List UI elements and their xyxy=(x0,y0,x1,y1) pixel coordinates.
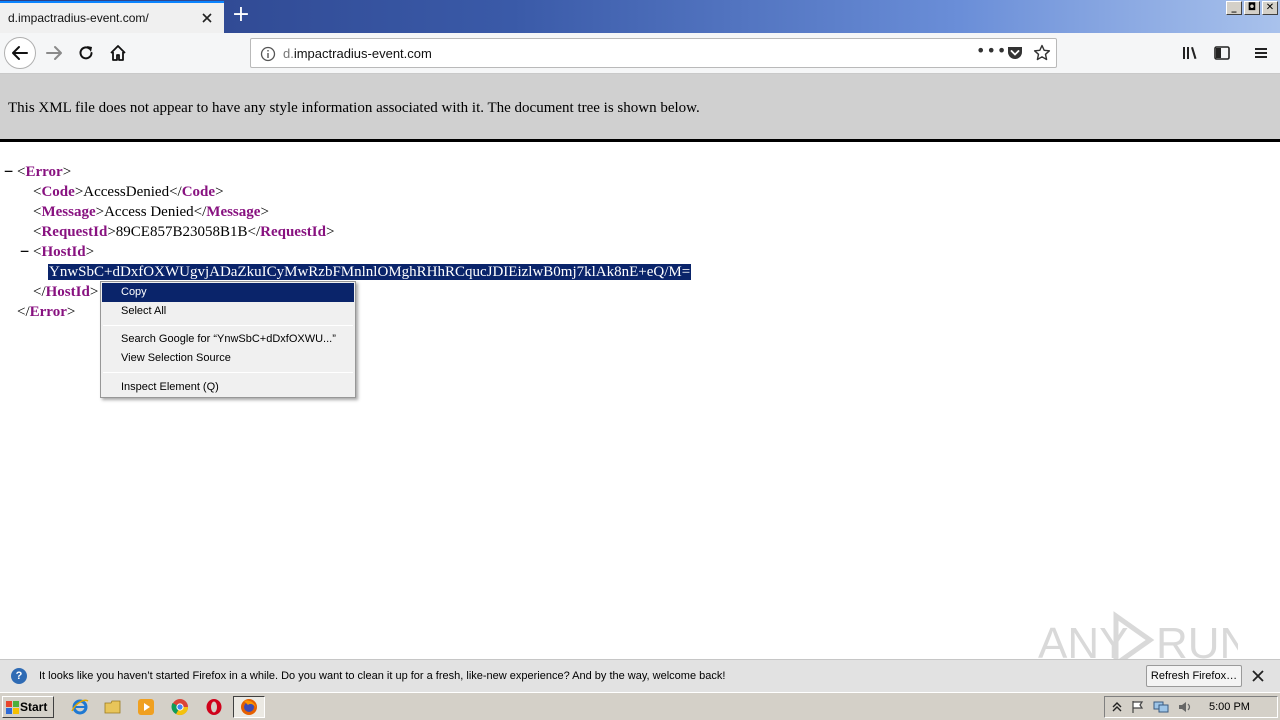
home-button[interactable] xyxy=(102,37,134,69)
notification-message: It looks like you haven’t started Firefo… xyxy=(39,670,726,682)
tag-name: Error xyxy=(25,164,63,180)
collapse-toggle-hostid[interactable]: − xyxy=(20,242,29,260)
xml-info-header: This XML file does not appear to have an… xyxy=(0,74,1280,142)
close-tab-icon[interactable] xyxy=(199,10,215,26)
collapse-toggle-error[interactable]: − xyxy=(4,162,13,180)
close-window-button[interactable]: ✕ xyxy=(1262,1,1278,15)
url-bar[interactable]: d.impactradius-event.com ••• xyxy=(250,38,1057,68)
back-arrow-icon xyxy=(12,46,28,60)
volume-icon[interactable] xyxy=(1177,700,1193,714)
xml-info-message: This XML file does not appear to have an… xyxy=(8,100,700,116)
restore-button[interactable]: ◘ xyxy=(1244,1,1260,15)
menu-item-copy[interactable]: Copy xyxy=(102,283,354,302)
taskbar: Start 5:00 PM xyxy=(0,692,1280,720)
file-explorer-icon[interactable] xyxy=(104,698,122,716)
menu-icon[interactable] xyxy=(1252,44,1270,62)
browser-tab[interactable]: d.impactradius-event.com/ xyxy=(0,1,224,33)
internet-explorer-icon[interactable] xyxy=(71,698,89,716)
menu-item-inspect-element[interactable]: Inspect Element (Q) xyxy=(102,378,354,397)
chrome-icon[interactable] xyxy=(171,698,189,716)
bookmark-star-icon[interactable] xyxy=(1033,44,1051,62)
system-tray xyxy=(1104,696,1278,718)
help-icon: ? xyxy=(11,668,27,684)
menu-separator xyxy=(103,372,353,373)
clock: 5:00 PM xyxy=(1209,701,1250,713)
menu-item-select-all[interactable]: Select All xyxy=(102,302,354,321)
xml-requestid-node: <RequestId>89CE857B23058B1B</RequestId> xyxy=(33,224,335,240)
screen: d.impactradius-event.com/ + _ ◘ ✕ d.impa… xyxy=(0,0,1280,720)
notification-bar: ? It looks like you haven’t started Fire… xyxy=(0,659,1280,692)
start-label: Start xyxy=(20,700,48,714)
xml-tree: − <Error> <Code>AccessDenied</Code> <Mes… xyxy=(0,145,1280,658)
reload-button[interactable] xyxy=(70,37,102,69)
start-button[interactable]: Start xyxy=(2,696,54,718)
xml-open-error: <Error> xyxy=(17,164,72,180)
menu-item-search-google[interactable]: Search Google for “YnwSbC+dDxfOXWU...” xyxy=(102,330,354,349)
nav-toolbar: d.impactradius-event.com ••• xyxy=(0,33,1280,74)
tag-name: Message xyxy=(41,204,96,220)
refresh-firefox-button[interactable]: Refresh Firefox… xyxy=(1146,665,1242,687)
message-value: Access Denied xyxy=(104,204,194,220)
minimize-button[interactable]: _ xyxy=(1226,1,1242,15)
xml-message-node: <Message>Access Denied</Message> xyxy=(33,204,269,220)
xml-close-error: </Error> xyxy=(17,304,76,320)
tab-title: d.impactradius-event.com/ xyxy=(8,11,149,25)
tag-name: HostId xyxy=(45,284,90,300)
menu-separator xyxy=(103,325,353,326)
library-icon[interactable] xyxy=(1181,44,1199,62)
network-icon[interactable] xyxy=(1153,700,1169,714)
hostid-value-line[interactable]: YnwSbC+dDxfOXWUgvjADaZkuICyMwRzbFMnlnlOM… xyxy=(48,262,692,282)
home-icon xyxy=(110,45,126,61)
forward-button[interactable] xyxy=(38,37,70,69)
code-value: AccessDenied xyxy=(83,184,170,200)
action-center-flag-icon[interactable] xyxy=(1131,700,1145,714)
media-player-icon[interactable] xyxy=(137,698,155,716)
show-hidden-icons-icon[interactable] xyxy=(1111,700,1123,714)
pocket-icon[interactable] xyxy=(1006,45,1024,61)
windows-logo-icon xyxy=(6,701,19,714)
url-subdomain: d. xyxy=(283,46,294,61)
tag-name: HostId xyxy=(41,244,86,260)
site-info-icon[interactable] xyxy=(260,46,276,62)
firefox-icon xyxy=(241,699,257,715)
url-text[interactable]: d.impactradius-event.com xyxy=(283,46,432,61)
tag-name: Message xyxy=(206,204,261,220)
requestid-value: 89CE857B23058B1B xyxy=(115,224,248,240)
hostid-value-selected[interactable]: YnwSbC+dDxfOXWUgvjADaZkuICyMwRzbFMnlnlOM… xyxy=(48,264,692,280)
forward-arrow-icon xyxy=(46,46,62,60)
xml-code-node: <Code>AccessDenied</Code> xyxy=(33,184,224,200)
tag-name: RequestId xyxy=(41,224,108,240)
tag-name: RequestId xyxy=(260,224,326,240)
back-button[interactable] xyxy=(4,37,36,69)
close-notification-icon[interactable] xyxy=(1251,669,1265,683)
page-actions-icon[interactable]: ••• xyxy=(976,41,1007,60)
opera-icon[interactable] xyxy=(205,698,223,716)
tag-name: Error xyxy=(29,304,67,320)
new-tab-button[interactable]: + xyxy=(228,4,254,28)
tab-strip: d.impactradius-event.com/ + _ ◘ ✕ xyxy=(0,0,1280,33)
url-domain: impactradius-event.com xyxy=(293,46,432,61)
xml-open-hostid: <HostId> xyxy=(33,244,95,260)
xml-close-hostid: </HostId> xyxy=(33,284,99,300)
window-controls: _ ◘ ✕ xyxy=(1226,1,1278,15)
tag-name: Code xyxy=(41,184,75,200)
sidebar-icon[interactable] xyxy=(1213,44,1231,62)
context-menu: Copy Select All Search Google for “YnwSb… xyxy=(100,281,356,398)
tag-name: Code xyxy=(181,184,216,200)
firefox-taskbar-button[interactable] xyxy=(233,696,265,718)
menu-item-view-selection-source[interactable]: View Selection Source xyxy=(102,349,354,368)
reload-icon xyxy=(79,46,93,60)
